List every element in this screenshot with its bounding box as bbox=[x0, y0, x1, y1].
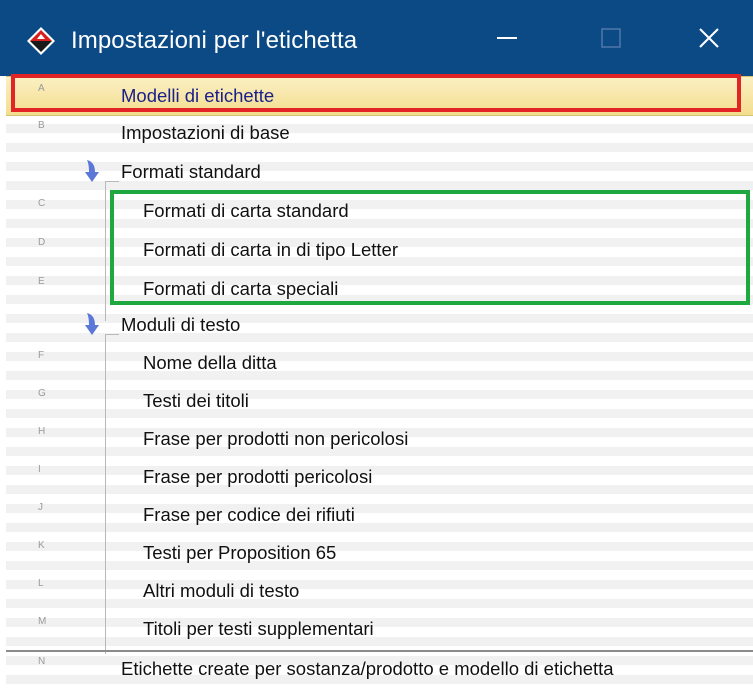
row-letter: B bbox=[38, 120, 45, 131]
tree-item-altri-moduli-di-testo[interactable]: L Altri moduli di testo bbox=[6, 572, 753, 610]
tree-item-frase-codice-rifiuti[interactable]: J Frase per codice dei rifiuti bbox=[6, 496, 753, 534]
row-letter: I bbox=[38, 464, 41, 475]
tree-item-impostazioni-di-base[interactable]: B Impostazioni di base bbox=[6, 114, 753, 152]
row-letter: K bbox=[38, 540, 45, 551]
row-letter: M bbox=[38, 616, 47, 627]
row-letter: E bbox=[38, 276, 45, 287]
expand-arrow-icon[interactable] bbox=[83, 311, 103, 337]
tree-item-testi-proposition-65[interactable]: K Testi per Proposition 65 bbox=[6, 534, 753, 572]
close-button[interactable] bbox=[677, 0, 741, 76]
minimize-icon bbox=[497, 37, 517, 39]
row-label: Impostazioni di base bbox=[121, 122, 290, 143]
row-label: Testi per Proposition 65 bbox=[143, 542, 337, 563]
maximize-icon bbox=[601, 28, 621, 48]
row-label: Nome della ditta bbox=[143, 352, 277, 373]
row-label: Frase per codice dei rifiuti bbox=[143, 504, 355, 525]
row-label: Testi dei titoli bbox=[143, 390, 249, 411]
expand-arrow-icon[interactable] bbox=[83, 158, 103, 184]
row-letter: H bbox=[38, 426, 46, 437]
tree-item-testi-dei-titoli[interactable]: G Testi dei titoli bbox=[6, 382, 753, 420]
row-letter: C bbox=[38, 198, 46, 209]
row-label: Formati standard bbox=[121, 161, 261, 182]
title-bar[interactable]: Impostazioni per l'etichetta bbox=[0, 0, 753, 76]
minimize-button[interactable] bbox=[475, 0, 539, 76]
maximize-button[interactable] bbox=[579, 0, 643, 76]
row-label: Etichette create per sostanza/prodotto e… bbox=[121, 658, 614, 679]
row-letter: F bbox=[38, 350, 45, 361]
tree-group-moduli-di-testo[interactable]: Moduli di testo bbox=[6, 306, 753, 344]
settings-tree: A Modelli di etichette B Impostazioni di… bbox=[6, 76, 753, 685]
highlight-box-red bbox=[11, 74, 741, 112]
row-label: Frase per prodotti pericolosi bbox=[143, 466, 373, 487]
tree-item-titoli-testi-supplementari[interactable]: M Titoli per testi supplementari bbox=[6, 610, 753, 648]
tree-group-formati-standard[interactable]: Formati standard bbox=[6, 153, 753, 191]
app-logo-icon bbox=[27, 27, 55, 55]
tree-item-frase-non-pericolosi[interactable]: H Frase per prodotti non pericolosi bbox=[6, 420, 753, 458]
close-icon bbox=[699, 28, 719, 48]
highlight-box-green bbox=[110, 190, 750, 305]
section-divider bbox=[6, 650, 753, 652]
row-letter: L bbox=[38, 578, 44, 589]
tree-item-etichette-create[interactable]: N Etichette create per sostanza/prodotto… bbox=[6, 650, 753, 688]
row-letter: J bbox=[38, 502, 43, 513]
tree-item-nome-della-ditta[interactable]: F Nome della ditta bbox=[6, 344, 753, 382]
window-title: Impostazioni per l'etichetta bbox=[71, 27, 358, 54]
row-letter: D bbox=[38, 237, 46, 248]
row-letter: N bbox=[38, 656, 46, 667]
row-label: Titoli per testi supplementari bbox=[143, 618, 374, 639]
tree-item-frase-pericolosi[interactable]: I Frase per prodotti pericolosi bbox=[6, 458, 753, 496]
row-label: Frase per prodotti non pericolosi bbox=[143, 428, 409, 449]
row-label: Altri moduli di testo bbox=[143, 580, 300, 601]
row-letter: G bbox=[38, 388, 46, 399]
row-label: Moduli di testo bbox=[121, 314, 241, 335]
